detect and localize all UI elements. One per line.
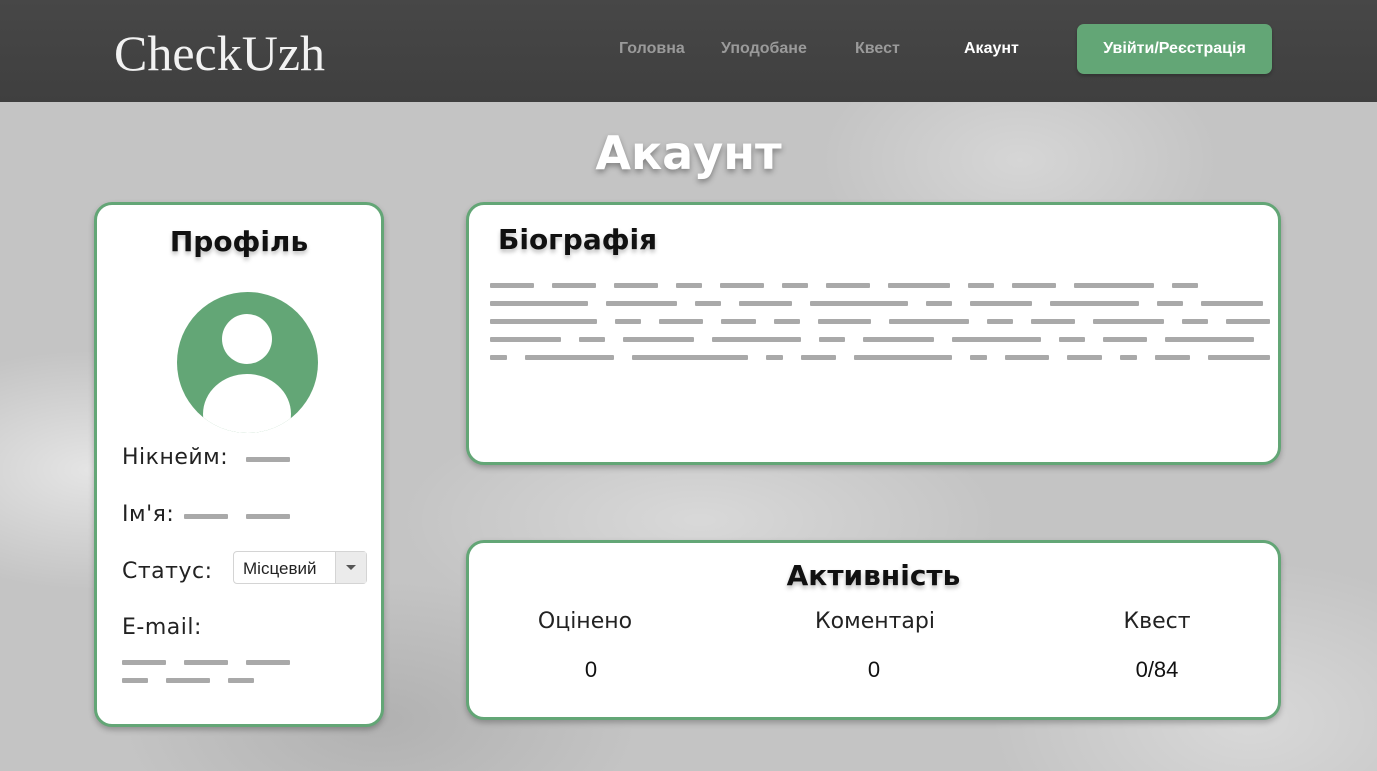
bio-placeholder-dash (579, 337, 605, 342)
name-label: Ім'я: (122, 502, 175, 527)
status-label: Статус: (122, 559, 213, 584)
bio-placeholder-dash (801, 355, 836, 360)
email-placeholder (122, 660, 166, 665)
bio-placeholder-dash (490, 319, 597, 324)
bio-placeholder-dash (1201, 301, 1263, 306)
bio-placeholder-dash (490, 301, 588, 306)
bio-placeholder-dash (819, 337, 845, 342)
bio-placeholder-dash (1067, 355, 1102, 360)
bio-placeholder-dash (1074, 283, 1154, 288)
bio-placeholder-dash (695, 301, 721, 306)
bio-placeholder-dash (676, 283, 702, 288)
top-navbar: CheckUzh Головна Уподобане Квест Акаунт … (0, 0, 1377, 102)
first-name-placeholder (184, 514, 228, 519)
bio-placeholder-dash (623, 337, 694, 342)
bio-placeholder-dash (525, 355, 614, 360)
nav-link-home[interactable]: Головна (619, 40, 685, 58)
email-placeholder (122, 678, 148, 683)
bio-placeholder-dash (632, 355, 748, 360)
page-title: Акаунт (595, 126, 782, 180)
nav-link-quest[interactable]: Квест (855, 40, 900, 58)
bio-placeholder-dash (739, 301, 792, 306)
bio-placeholder-dash (606, 301, 677, 306)
stat-quest-value: 0/84 (1135, 657, 1179, 682)
avatar-user-icon (177, 292, 318, 433)
stat-rated-label: Оцінено (537, 609, 633, 634)
nav-link-account[interactable]: Акаунт (964, 40, 1019, 58)
avatar-head-shape (222, 314, 272, 364)
last-name-placeholder (246, 514, 290, 519)
bio-placeholder-dash (782, 283, 808, 288)
email-placeholder (246, 660, 290, 665)
activity-heading: Активність (786, 559, 961, 592)
nickname-value-placeholder (246, 457, 290, 462)
nav-link-favorites[interactable]: Уподобане (721, 40, 807, 58)
bio-placeholder-dash (712, 337, 801, 342)
bio-placeholder-dash (721, 319, 756, 324)
avatar-body-shape (203, 374, 291, 433)
bio-placeholder-dash (926, 301, 952, 306)
bio-placeholder-dash (774, 319, 800, 324)
bio-placeholder-dash (1031, 319, 1075, 324)
bio-placeholder-dash (490, 337, 561, 342)
bio-placeholder-dash (970, 301, 1032, 306)
bio-placeholder-dash (615, 319, 641, 324)
chevron-down-icon (346, 565, 356, 570)
bio-placeholder-dash (490, 283, 534, 288)
stat-quest-label: Квест (1123, 609, 1191, 634)
bio-placeholder-dash (810, 301, 908, 306)
profile-heading: Профіль (169, 225, 309, 258)
bio-placeholder-dash (490, 355, 507, 360)
email-placeholder (184, 660, 228, 665)
bio-placeholder-dash (1208, 355, 1270, 360)
bio-placeholder-dash (970, 355, 987, 360)
status-dropdown-toggle[interactable] (335, 552, 366, 583)
nickname-label: Нікнейм: (122, 445, 229, 470)
bio-placeholder-dash (659, 319, 703, 324)
bio-placeholder-dash (1093, 319, 1164, 324)
bio-placeholder-dash (968, 283, 994, 288)
bio-placeholder-dash (952, 337, 1041, 342)
bio-placeholder-dash (889, 319, 969, 324)
bio-placeholder-dash (614, 283, 658, 288)
bio-placeholder-dash (1005, 355, 1049, 360)
stat-comments-value: 0 (867, 657, 881, 682)
bio-placeholder-dash (1155, 355, 1190, 360)
bio-placeholder-dash (1050, 301, 1139, 306)
bio-placeholder-dash (1172, 283, 1198, 288)
bio-placeholder-dash (854, 355, 952, 360)
status-select[interactable]: Місцевий (233, 551, 367, 584)
bio-placeholder-dash (720, 283, 764, 288)
bio-placeholder-dash (863, 337, 934, 342)
bio-placeholder-dash (1103, 337, 1147, 342)
bio-placeholder-dash (552, 283, 596, 288)
bio-placeholder-dash (1165, 337, 1254, 342)
bio-placeholder-dash (1226, 319, 1270, 324)
site-logo[interactable]: CheckUzh (114, 24, 325, 82)
email-placeholder (166, 678, 210, 683)
bio-placeholder-dash (1120, 355, 1137, 360)
status-selected-value: Місцевий (243, 559, 317, 578)
bio-placeholder-dash (987, 319, 1013, 324)
bio-placeholder-dash (1059, 337, 1085, 342)
stat-comments-label: Коментарі (815, 609, 935, 634)
bio-placeholder-dash (888, 283, 950, 288)
biography-card: Біографія (466, 202, 1281, 465)
email-label: E-mail: (122, 615, 202, 640)
login-register-button[interactable]: Увійти/Реєстрація (1077, 24, 1272, 74)
bio-placeholder-dash (1182, 319, 1208, 324)
activity-card: Активність Оцінено 0 Коментарі 0 Квест 0… (466, 540, 1281, 720)
email-placeholder (228, 678, 254, 683)
bio-placeholder-dash (1012, 283, 1056, 288)
biography-heading: Біографія (498, 223, 658, 256)
bio-placeholder-dash (826, 283, 870, 288)
bio-placeholder-dash (818, 319, 871, 324)
profile-card: Профіль Нікнейм: Ім'я: Статус: Місцевий … (94, 202, 384, 727)
bio-placeholder-dash (1157, 301, 1183, 306)
stat-rated-value: 0 (584, 657, 598, 682)
bio-placeholder-dash (766, 355, 783, 360)
